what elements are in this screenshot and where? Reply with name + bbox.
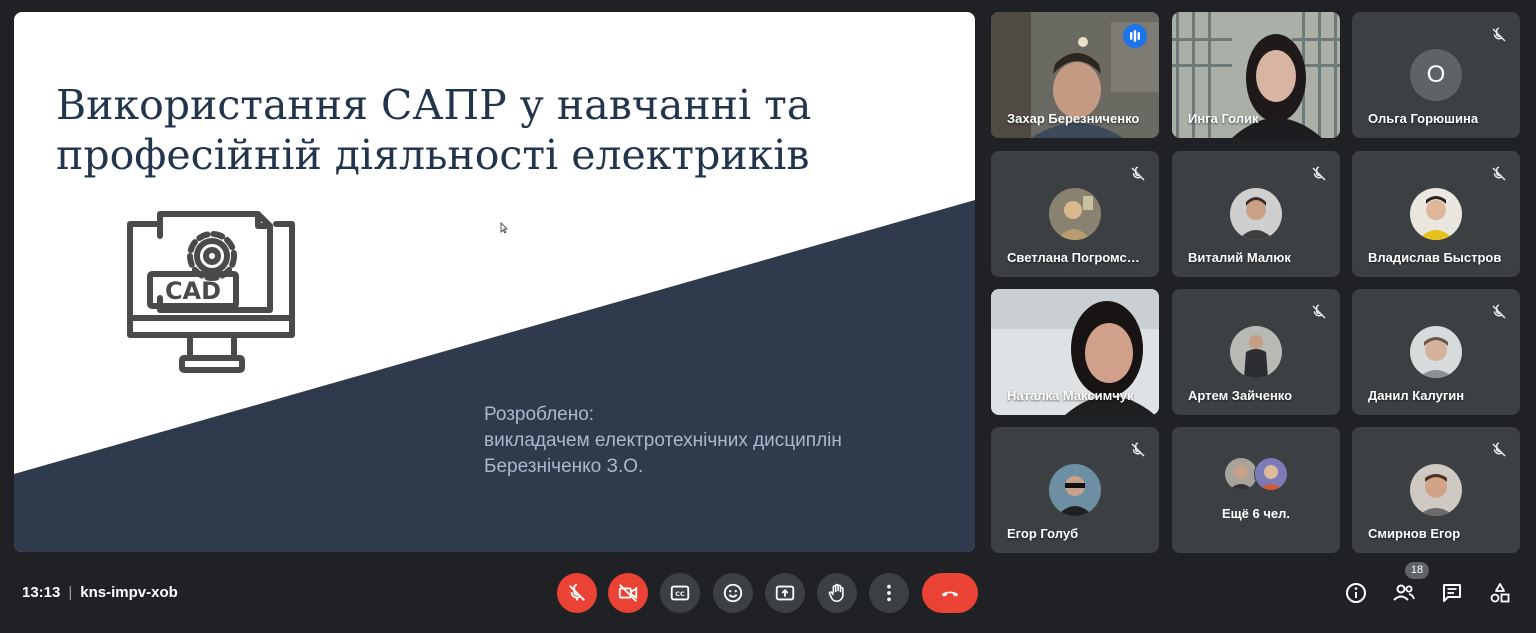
- phone-hangup-icon: [941, 591, 959, 597]
- mic-off-icon: [1131, 442, 1145, 457]
- participant-name: Наталка Максимчук: [1007, 388, 1134, 403]
- participant-tile-6[interactable]: Наталка Максимчук: [991, 289, 1159, 415]
- participant-tile-0[interactable]: Захар Березниченко: [991, 12, 1159, 138]
- svg-text:CC: CC: [675, 590, 685, 598]
- avatar: [1049, 464, 1101, 516]
- slide-title: Використання САПР у навчанні та професій…: [56, 80, 936, 180]
- participant-tile-2[interactable]: О Ольга Горюшина: [1352, 12, 1520, 138]
- participant-name: Ольга Горюшина: [1368, 111, 1479, 126]
- meeting-info-button[interactable]: [1344, 581, 1368, 605]
- more-participants-label: Ещё 6 чел.: [1222, 506, 1290, 521]
- participant-name: Артем Зайченко: [1188, 388, 1293, 403]
- activities-button[interactable]: [1488, 581, 1512, 605]
- avatar: [1224, 457, 1258, 491]
- toggle-microphone-button[interactable]: [557, 573, 597, 613]
- raise-hand-button[interactable]: [817, 573, 857, 613]
- slide-credits: Розроблено: викладачем електротехнічних …: [484, 402, 842, 480]
- people-button[interactable]: [1392, 581, 1416, 605]
- separator: |: [68, 584, 73, 601]
- participant-tile-5[interactable]: Владислав Быстров: [1352, 151, 1520, 277]
- meeting-code: kns-impv-xob: [80, 584, 178, 601]
- mic-off-icon: [1492, 166, 1506, 181]
- speaking-indicator-icon: [1123, 24, 1147, 48]
- present-screen-icon: [775, 585, 795, 601]
- participant-name: Инга Голик: [1188, 111, 1259, 126]
- captions-button[interactable]: CC: [660, 573, 700, 613]
- slide-title-line-2: професійній діяльності електриків: [56, 131, 810, 179]
- credits-line-2: викладачем електротехнічних дисциплін: [484, 430, 842, 451]
- emoji-icon: [723, 583, 743, 603]
- mouse-cursor-icon: [500, 222, 508, 234]
- participant-name: Егор Голуб: [1007, 526, 1079, 541]
- avatar: [1049, 188, 1101, 240]
- more-participants-avatars: [1224, 457, 1288, 491]
- mic-off-icon: [1312, 166, 1326, 181]
- participant-tile-more[interactable]: Ещё 6 чел.: [1172, 427, 1340, 553]
- mic-off-icon: [569, 583, 585, 601]
- mic-off-icon: [1490, 27, 1508, 44]
- avatar: О: [1410, 49, 1462, 101]
- meeting-time: 13:13: [22, 584, 61, 601]
- credits-line-3: Березніченко З.О.: [484, 456, 644, 477]
- reactions-button[interactable]: [713, 573, 753, 613]
- avatar: [1254, 457, 1288, 491]
- avatar: [1230, 188, 1282, 240]
- chat-button[interactable]: [1440, 581, 1464, 605]
- participant-tile-7[interactable]: Артем Зайченко: [1172, 289, 1340, 415]
- cad-computer-icon: CAD: [127, 211, 295, 373]
- credits-line-1: Розроблено:: [484, 404, 595, 425]
- participant-name: Захар Березниченко: [1007, 111, 1140, 126]
- leave-call-button[interactable]: [922, 573, 978, 613]
- captions-icon: CC: [670, 585, 690, 601]
- participant-tile-1[interactable]: Инга Голик: [1172, 12, 1340, 138]
- camera-off-icon: [618, 584, 638, 602]
- participant-name: Светлана Погромская: [1007, 250, 1143, 265]
- mic-off-icon: [1492, 304, 1506, 319]
- avatar: [1410, 188, 1462, 240]
- participant-tile-11[interactable]: Смирнов Егор: [1352, 427, 1520, 553]
- mic-off-icon: [1131, 166, 1145, 181]
- hand-icon: [828, 583, 844, 603]
- participant-name: Владислав Быстров: [1368, 250, 1502, 265]
- meeting-details: 13:13 | kns-impv-xob: [22, 584, 178, 601]
- avatar: [1230, 326, 1282, 378]
- participant-name: Данил Калугин: [1368, 388, 1465, 403]
- presentation-slide: Використання САПР у навчанні та професій…: [14, 12, 975, 552]
- participant-name: Виталий Малюк: [1188, 250, 1291, 265]
- participant-tile-4[interactable]: Виталий Малюк: [1172, 151, 1340, 277]
- participant-count-badge: 18: [1405, 562, 1429, 579]
- more-options-button[interactable]: [869, 573, 909, 613]
- participant-tile-9[interactable]: Егор Голуб: [991, 427, 1159, 553]
- mic-off-icon: [1312, 304, 1326, 319]
- more-vert-icon: [887, 584, 891, 602]
- avatar: [1410, 464, 1462, 516]
- avatar: [1410, 326, 1462, 378]
- participant-tile-3[interactable]: Светлана Погромская: [991, 151, 1159, 277]
- participant-name: Смирнов Егор: [1368, 526, 1461, 541]
- participant-tile-8[interactable]: Данил Калугин: [1352, 289, 1520, 415]
- mic-off-icon: [1492, 442, 1506, 457]
- cad-label: CAD: [165, 277, 221, 305]
- present-now-button[interactable]: [765, 573, 805, 613]
- slide-title-line-1: Використання САПР у навчанні та: [56, 81, 812, 129]
- toggle-camera-button[interactable]: [608, 573, 648, 613]
